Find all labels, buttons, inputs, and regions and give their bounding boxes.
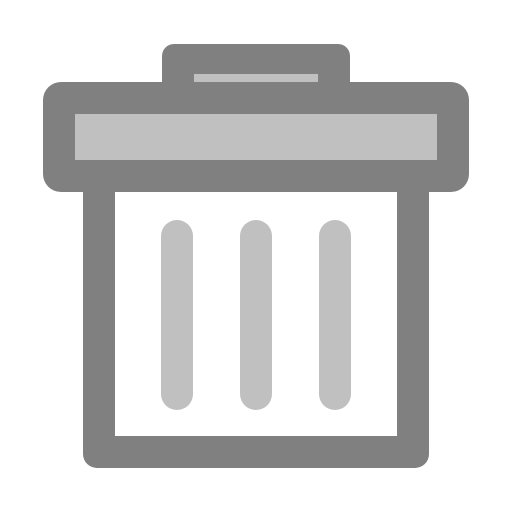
lid-handle-inner — [194, 74, 318, 82]
slat-middle — [240, 220, 272, 410]
icon-canvas — [0, 0, 512, 512]
slat-right — [319, 220, 351, 410]
trash-can-icon — [43, 44, 469, 468]
slat-left — [161, 220, 193, 410]
lid-inner — [75, 114, 437, 160]
